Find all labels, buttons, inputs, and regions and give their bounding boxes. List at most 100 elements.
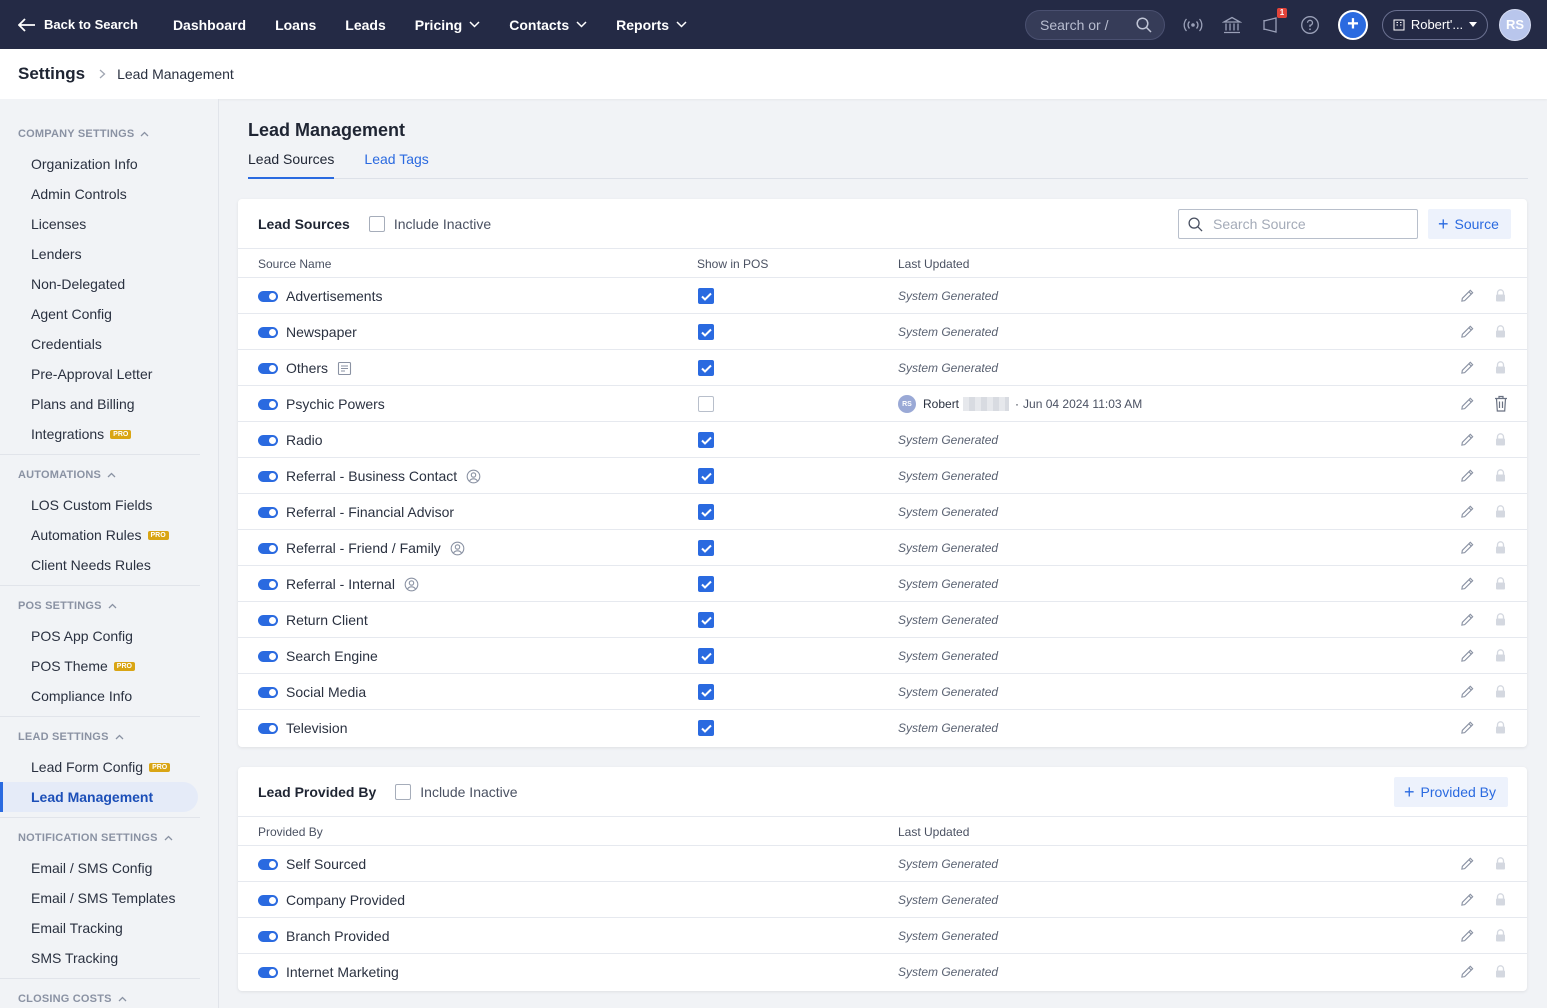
nav-dashboard[interactable]: Dashboard — [173, 17, 246, 33]
edit-icon[interactable] — [1460, 612, 1475, 630]
edit-icon[interactable] — [1460, 892, 1475, 910]
sidebar-item-email-tracking[interactable]: Email Tracking — [0, 913, 218, 943]
help-icon[interactable] — [1299, 14, 1321, 36]
edit-icon[interactable] — [1460, 928, 1475, 946]
section-automations[interactable]: AUTOMATIONS — [0, 460, 218, 490]
active-toggle[interactable] — [258, 471, 278, 482]
sidebar-item-pre-approval-letter[interactable]: Pre-Approval Letter — [0, 359, 218, 389]
include-inactive-checkbox[interactable]: Include Inactive — [395, 783, 518, 800]
active-toggle[interactable] — [258, 291, 278, 302]
show-in-pos-checkbox[interactable] — [698, 576, 714, 592]
active-toggle[interactable] — [258, 651, 278, 662]
active-toggle[interactable] — [258, 399, 278, 410]
section-lead-settings[interactable]: LEAD SETTINGS — [0, 722, 218, 752]
sidebar-item-plans-and-billing[interactable]: Plans and Billing — [0, 389, 218, 419]
active-toggle[interactable] — [258, 579, 278, 590]
edit-icon[interactable] — [1460, 468, 1475, 486]
breadcrumb-settings[interactable]: Settings — [18, 64, 85, 84]
section-pos-settings[interactable]: POS SETTINGS — [0, 591, 218, 621]
sidebar-item-lead-form-config[interactable]: Lead Form Config PRO — [0, 752, 218, 782]
tab-lead-tags[interactable]: Lead Tags — [364, 151, 428, 179]
nav-leads[interactable]: Leads — [345, 17, 385, 33]
sidebar-item-lenders[interactable]: Lenders — [0, 239, 218, 269]
nav-pricing[interactable]: Pricing — [415, 17, 480, 33]
sidebar-item-client-needs-rules[interactable]: Client Needs Rules — [0, 550, 218, 580]
section-closing-costs[interactable]: CLOSING COSTS — [0, 984, 218, 1008]
show-in-pos-checkbox[interactable] — [698, 360, 714, 376]
edit-icon[interactable] — [1460, 576, 1475, 594]
user-select[interactable]: Robert'... — [1382, 9, 1488, 40]
active-toggle[interactable] — [258, 859, 278, 870]
edit-icon[interactable] — [1460, 856, 1475, 874]
sidebar-item-pos-theme[interactable]: POS Theme PRO — [0, 651, 218, 681]
global-search-input[interactable]: Search or / — [1025, 9, 1165, 40]
active-toggle[interactable] — [258, 895, 278, 906]
show-in-pos-checkbox[interactable] — [698, 684, 714, 700]
edit-icon[interactable] — [1460, 288, 1475, 306]
active-toggle[interactable] — [258, 327, 278, 338]
edit-icon[interactable] — [1460, 360, 1475, 378]
section-company-settings[interactable]: COMPANY SETTINGS — [0, 119, 218, 149]
sidebar-item-lead-management[interactable]: Lead Management — [0, 782, 198, 812]
nav-contacts[interactable]: Contacts — [509, 17, 587, 33]
trash-icon[interactable] — [1494, 395, 1508, 415]
sidebar-item-non-delegated[interactable]: Non-Delegated — [0, 269, 218, 299]
show-in-pos-checkbox[interactable] — [698, 288, 714, 304]
create-new-button[interactable]: + — [1338, 9, 1368, 40]
broadcast-icon[interactable] — [1182, 14, 1204, 36]
show-in-pos-checkbox[interactable] — [698, 648, 714, 664]
edit-icon[interactable] — [1460, 432, 1475, 450]
edit-icon[interactable] — [1460, 396, 1475, 414]
show-in-pos-checkbox[interactable] — [698, 432, 714, 448]
sidebar-item-pos-app-config[interactable]: POS App Config — [0, 621, 218, 651]
add-provided-by-button[interactable]: + Provided By — [1394, 777, 1508, 807]
search-source-input[interactable]: Search Source — [1178, 209, 1418, 239]
show-in-pos-checkbox[interactable] — [698, 612, 714, 628]
sidebar-item-credentials[interactable]: Credentials — [0, 329, 218, 359]
edit-icon[interactable] — [1460, 720, 1475, 738]
nav-loans[interactable]: Loans — [275, 17, 316, 33]
active-toggle[interactable] — [258, 435, 278, 446]
edit-icon[interactable] — [1460, 648, 1475, 666]
sidebar-item-sms-tracking[interactable]: SMS Tracking — [0, 943, 218, 973]
show-in-pos-checkbox[interactable] — [698, 324, 714, 340]
sidebar-item-admin-controls[interactable]: Admin Controls — [0, 179, 218, 209]
sidebar-item-los-custom-fields[interactable]: LOS Custom Fields — [0, 490, 218, 520]
active-toggle[interactable] — [258, 931, 278, 942]
active-toggle[interactable] — [258, 507, 278, 518]
back-to-search-link[interactable]: Back to Search — [18, 17, 138, 32]
sidebar-item-organization-info[interactable]: Organization Info — [0, 149, 218, 179]
sidebar-item-email-sms-templates[interactable]: Email / SMS Templates — [0, 883, 218, 913]
edit-icon[interactable] — [1460, 504, 1475, 522]
bank-icon[interactable] — [1221, 14, 1243, 36]
sidebar-item-licenses[interactable]: Licenses — [0, 209, 218, 239]
show-in-pos-checkbox[interactable] — [698, 540, 714, 556]
sidebar-item-compliance-info[interactable]: Compliance Info — [0, 681, 218, 711]
avatar[interactable]: RS — [1499, 8, 1531, 41]
sidebar-item-label: Pre-Approval Letter — [31, 366, 153, 382]
active-toggle[interactable] — [258, 543, 278, 554]
edit-icon[interactable] — [1460, 684, 1475, 702]
show-in-pos-checkbox[interactable] — [698, 720, 714, 736]
sidebar-item-automation-rules[interactable]: Automation Rules PRO — [0, 520, 218, 550]
announcement-icon[interactable]: 1 — [1260, 7, 1287, 36]
active-toggle[interactable] — [258, 615, 278, 626]
active-toggle[interactable] — [258, 967, 278, 978]
edit-icon[interactable] — [1460, 964, 1475, 982]
show-in-pos-checkbox[interactable] — [698, 396, 714, 412]
edit-icon[interactable] — [1460, 324, 1475, 342]
section-notification-settings[interactable]: NOTIFICATION SETTINGS — [0, 823, 218, 853]
show-in-pos-checkbox[interactable] — [698, 504, 714, 520]
active-toggle[interactable] — [258, 723, 278, 734]
active-toggle[interactable] — [258, 363, 278, 374]
nav-reports[interactable]: Reports — [616, 17, 687, 33]
add-source-button[interactable]: + Source — [1428, 209, 1511, 239]
sidebar-item-email-sms-config[interactable]: Email / SMS Config — [0, 853, 218, 883]
active-toggle[interactable] — [258, 687, 278, 698]
tab-lead-sources[interactable]: Lead Sources — [248, 151, 335, 179]
sidebar-item-integrations[interactable]: Integrations PRO — [0, 419, 218, 449]
include-inactive-checkbox[interactable]: Include Inactive — [368, 215, 491, 232]
sidebar-item-agent-config[interactable]: Agent Config — [0, 299, 218, 329]
edit-icon[interactable] — [1460, 540, 1475, 558]
show-in-pos-checkbox[interactable] — [698, 468, 714, 484]
